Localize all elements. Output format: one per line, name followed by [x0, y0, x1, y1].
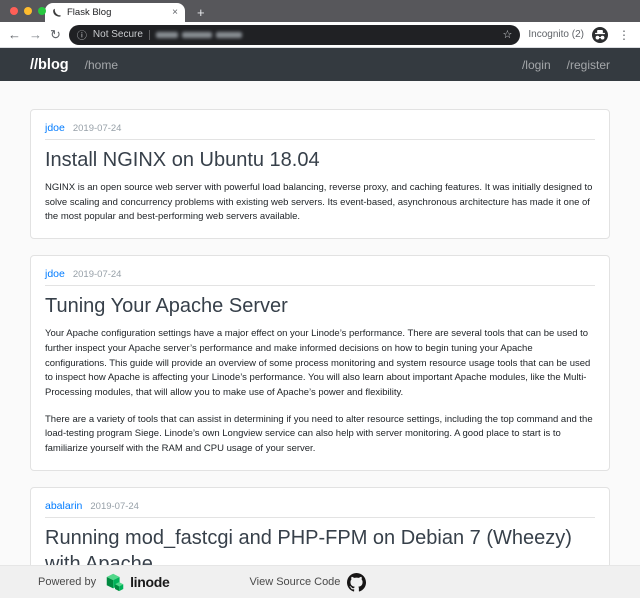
site-footer: Powered by linode View Source Code: [0, 565, 640, 598]
window-controls: [10, 7, 46, 15]
post-meta: jdoe 2019-07-24: [45, 268, 595, 286]
post-title-link[interactable]: Running mod_fastcgi and PHP-FPM on Debia…: [45, 525, 595, 565]
tab-close-icon[interactable]: ×: [172, 8, 178, 18]
view-source-link[interactable]: View Source Code: [250, 576, 341, 588]
address-bar[interactable]: ⓘ Not Secure ☆: [69, 25, 521, 45]
linode-logo-icon[interactable]: [104, 571, 126, 593]
post-date: 2019-07-24: [73, 269, 122, 280]
github-icon[interactable]: [347, 573, 366, 592]
browser-window: Flask Blog × + ← → ↻ ⓘ Not Secure ☆ Inco…: [0, 0, 640, 598]
omnibox-divider: [149, 30, 150, 40]
security-label: Not Secure: [93, 29, 143, 40]
incognito-avatar-icon[interactable]: [592, 27, 608, 43]
post-date: 2019-07-24: [90, 501, 139, 512]
nav-link-login[interactable]: /login: [522, 58, 551, 72]
post-card: jdoe 2019-07-24 Tuning Your Apache Serve…: [30, 255, 610, 471]
site-navbar: //blog /home /login /register: [0, 48, 640, 81]
flask-favicon-icon: [52, 8, 62, 18]
url-redacted: [156, 32, 242, 38]
window-close-button[interactable]: [10, 7, 18, 15]
browser-toolbar: ← → ↻ ⓘ Not Secure ☆ Incognito (2) ⋮: [0, 22, 640, 48]
post-paragraph: There are a variety of tools that can as…: [45, 413, 595, 457]
new-tab-button[interactable]: +: [197, 6, 205, 19]
browser-menu-icon[interactable]: ⋮: [616, 29, 632, 41]
post-author-link[interactable]: abalarin: [45, 500, 82, 512]
info-icon[interactable]: ⓘ: [77, 27, 87, 42]
back-icon[interactable]: ←: [8, 28, 21, 41]
linode-wordmark[interactable]: linode: [130, 574, 169, 590]
post-title-link[interactable]: Install NGINX on Ubuntu 18.04: [45, 147, 595, 173]
reload-icon[interactable]: ↻: [50, 28, 61, 41]
post-card: jdoe 2019-07-24 Install NGINX on Ubuntu …: [30, 109, 610, 239]
window-zoom-button[interactable]: [38, 7, 46, 15]
forward-icon[interactable]: →: [29, 28, 42, 41]
tab-title: Flask Blog: [67, 7, 167, 18]
navbar-brand[interactable]: //blog: [30, 57, 69, 73]
post-title-link[interactable]: Tuning Your Apache Server: [45, 293, 595, 319]
tab-strip: Flask Blog × +: [0, 0, 640, 22]
nav-link-home[interactable]: /home: [85, 58, 118, 72]
bookmark-star-icon[interactable]: ☆: [503, 28, 513, 41]
window-minimize-button[interactable]: [24, 7, 32, 15]
post-meta: jdoe 2019-07-24: [45, 122, 595, 140]
post-date: 2019-07-24: [73, 123, 122, 134]
post-author-link[interactable]: jdoe: [45, 268, 65, 280]
powered-by-label: Powered by: [38, 576, 96, 588]
post-meta: abalarin 2019-07-24: [45, 500, 595, 518]
incognito-label: Incognito (2): [528, 29, 584, 40]
post-paragraph: NGINX is an open source web server with …: [45, 181, 595, 225]
blog-feed: jdoe 2019-07-24 Install NGINX on Ubuntu …: [0, 81, 640, 565]
post-author-link[interactable]: jdoe: [45, 122, 65, 134]
browser-tab[interactable]: Flask Blog ×: [45, 3, 185, 22]
nav-link-register[interactable]: /register: [567, 58, 610, 72]
post-paragraph: Your Apache configuration settings have …: [45, 327, 595, 401]
post-card: abalarin 2019-07-24 Running mod_fastcgi …: [30, 487, 610, 565]
